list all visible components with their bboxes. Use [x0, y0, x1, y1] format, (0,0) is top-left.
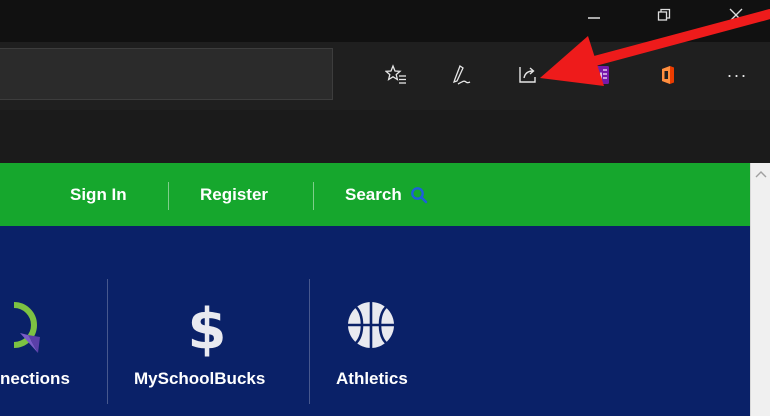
more-icon: ···	[726, 64, 748, 85]
connections-icon	[13, 302, 40, 353]
divider	[313, 182, 314, 210]
register-link[interactable]: Register	[200, 184, 268, 206]
divider	[168, 182, 169, 210]
close-icon	[729, 8, 743, 22]
favorites-button[interactable]	[383, 62, 409, 88]
search-icon	[410, 187, 428, 204]
minimize-icon	[588, 17, 600, 19]
web-page: Sign In Register Search nections $ MySch…	[0, 163, 750, 416]
onenote-icon: N	[593, 66, 609, 84]
pen-icon	[452, 65, 471, 85]
search-label: Search	[345, 185, 402, 204]
browser-favorites-bar	[0, 110, 770, 163]
quicklink-connections[interactable]: nections	[0, 226, 107, 416]
office-button[interactable]	[655, 62, 681, 88]
share-icon	[519, 67, 536, 83]
share-button[interactable]	[515, 62, 541, 88]
svg-text:N: N	[595, 71, 603, 83]
minimize-button[interactable]	[570, 0, 618, 30]
office-icon	[662, 66, 674, 84]
restore-button[interactable]	[640, 0, 688, 30]
quicklink-label: nections	[0, 369, 70, 388]
browser-toolbar: N ···	[0, 42, 770, 110]
chevron-up-icon	[755, 171, 767, 178]
browser-window: N ··· Sign In Register Search nections $…	[0, 0, 770, 416]
site-top-bar: Sign In Register Search	[0, 163, 750, 226]
favorites-list-icon	[385, 64, 406, 84]
add-notes-button[interactable]	[448, 62, 474, 88]
onenote-button[interactable]: N	[588, 62, 614, 88]
page-scrollbar[interactable]	[750, 163, 770, 416]
quicklink-label: MySchoolBucks	[134, 369, 266, 388]
scroll-up-button[interactable]	[754, 167, 768, 181]
basketball-icon	[348, 302, 394, 348]
restore-icon	[657, 8, 671, 21]
quicklinks-panel: nections $ MySchoolBucks Athletics	[0, 226, 750, 416]
address-bar[interactable]	[0, 48, 333, 100]
close-button[interactable]	[712, 0, 760, 30]
title-bar	[0, 0, 770, 42]
dollar-icon: $	[188, 297, 227, 358]
svg-text:$: $	[188, 297, 227, 358]
sign-in-link[interactable]: Sign In	[70, 184, 127, 206]
more-button[interactable]: ···	[724, 62, 750, 88]
quicklink-label: Athletics	[336, 369, 408, 388]
quicklink-athletics[interactable]: Athletics	[310, 226, 450, 416]
quicklink-myschoolbucks[interactable]: $ MySchoolBucks	[108, 226, 308, 416]
search-link[interactable]: Search	[345, 184, 428, 206]
